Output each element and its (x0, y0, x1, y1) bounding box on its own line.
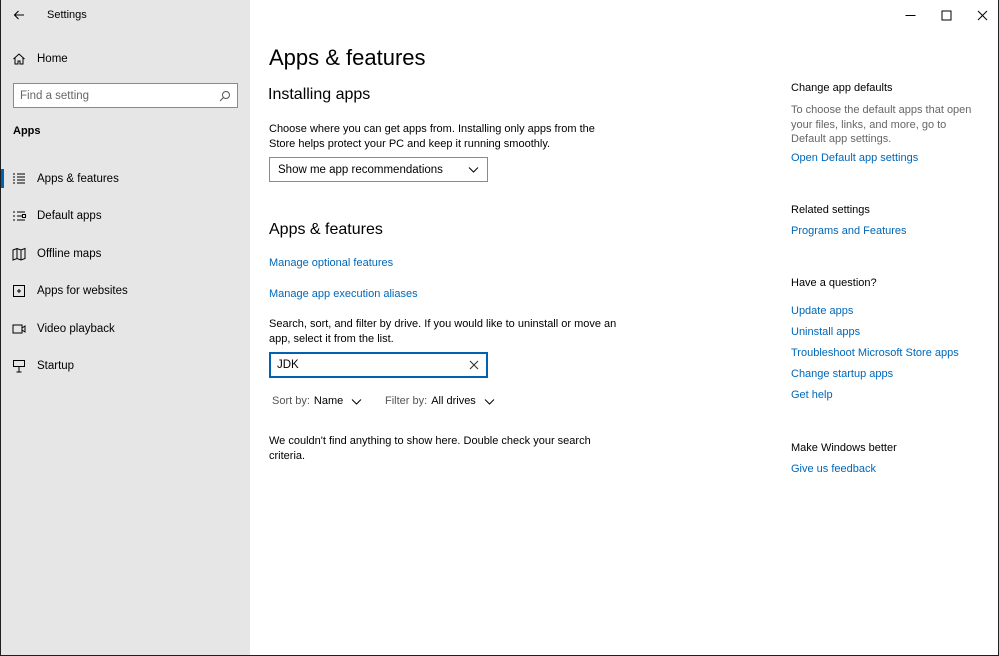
search-icon (219, 90, 230, 101)
sidebar-item-label: Video playback (37, 322, 115, 335)
startup-icon (1, 359, 37, 373)
close-icon (977, 10, 987, 20)
get-help-link[interactable]: Get help (791, 389, 833, 401)
find-setting-search[interactable] (13, 83, 238, 108)
sort-by-label: Sort by: (272, 395, 310, 407)
sidebar-item-label: Apps & features (37, 172, 119, 185)
sidebar-item-label: Default apps (37, 210, 102, 223)
make-windows-better-heading: Make Windows better (791, 442, 897, 454)
clear-search-icon[interactable] (468, 359, 480, 371)
give-feedback-link[interactable]: Give us feedback (791, 463, 876, 475)
question-heading: Have a question? (791, 277, 877, 289)
sidebar-item-startup[interactable]: Startup (1, 348, 250, 386)
sidebar-item-offline-maps[interactable]: Offline maps (1, 235, 250, 273)
minimize-button[interactable] (892, 0, 928, 30)
change-startup-apps-link[interactable]: Change startup apps (791, 368, 893, 380)
window-title: Settings (47, 9, 87, 21)
installing-apps-description: Choose where you can get apps from. Inst… (269, 123, 595, 150)
sidebar: Settings Home Apps Apps & features (1, 0, 250, 655)
minimize-icon (905, 14, 915, 16)
find-setting-input[interactable] (20, 89, 219, 102)
settings-window: Settings Home Apps Apps & features (0, 0, 999, 656)
change-defaults-text: To choose the default apps that open you… (791, 104, 972, 145)
app-source-dropdown[interactable]: Show me app recommendations (269, 157, 488, 182)
sort-by-dropdown[interactable]: Sort by: Name (272, 395, 362, 407)
sidebar-nav: Apps & features Default apps Offline map… (1, 160, 250, 385)
chevron-down-icon (484, 398, 495, 405)
sidebar-item-label: Apps for websites (37, 285, 128, 298)
sidebar-item-label: Offline maps (37, 247, 102, 260)
app-list-search[interactable] (269, 352, 488, 378)
default-apps-icon (1, 209, 37, 223)
change-defaults-heading: Change app defaults (791, 82, 893, 94)
filter-by-label: Filter by: (385, 395, 428, 407)
sidebar-item-apps-features[interactable]: Apps & features (1, 160, 250, 198)
chevron-down-icon (468, 167, 479, 173)
chevron-down-icon (351, 398, 362, 405)
close-button[interactable] (964, 0, 998, 30)
web-app-icon (1, 284, 37, 298)
filter-description: Search, sort, and filter by drive. If yo… (269, 318, 617, 345)
filter-by-dropdown[interactable]: Filter by: All drives (385, 395, 495, 407)
manage-optional-features-link[interactable]: Manage optional features (269, 257, 393, 269)
sidebar-section-title: Apps (13, 125, 41, 137)
programs-features-link[interactable]: Programs and Features (791, 225, 907, 237)
sort-by-value: Name (313, 395, 344, 407)
sidebar-item-label: Startup (37, 360, 75, 373)
sidebar-item-video-playback[interactable]: Video playback (1, 310, 250, 348)
map-icon (1, 247, 37, 261)
update-apps-link[interactable]: Update apps (791, 305, 853, 317)
sidebar-item-apps-websites[interactable]: Apps for websites (1, 273, 250, 311)
apps-features-heading: Apps & features (269, 221, 383, 238)
related-settings-heading: Related settings (791, 204, 870, 216)
back-button[interactable] (1, 0, 37, 30)
empty-results-message: We couldn't find anything to show here. … (269, 435, 591, 462)
app-search-input[interactable] (277, 359, 468, 371)
sidebar-home[interactable]: Home (1, 46, 250, 72)
list-icon (1, 172, 37, 186)
page-title: Apps & features (269, 45, 426, 70)
maximize-button[interactable] (928, 0, 964, 30)
main-content: Apps & features Installing apps Choose w… (250, 0, 998, 655)
manage-execution-aliases-link[interactable]: Manage app execution aliases (269, 288, 418, 300)
sidebar-item-default-apps[interactable]: Default apps (1, 198, 250, 236)
maximize-icon (941, 10, 951, 20)
sidebar-home-label: Home (37, 53, 68, 65)
window-controls (892, 0, 998, 30)
back-arrow-icon (13, 10, 24, 20)
installing-apps-heading: Installing apps (268, 86, 371, 103)
open-default-app-settings-link[interactable]: Open Default app settings (791, 152, 918, 164)
troubleshoot-store-apps-link[interactable]: Troubleshoot Microsoft Store apps (791, 347, 959, 359)
app-source-selected: Show me app recommendations (278, 163, 443, 176)
title-bar: Settings (1, 0, 250, 30)
uninstall-apps-link[interactable]: Uninstall apps (791, 326, 860, 338)
filter-by-value: All drives (431, 395, 476, 407)
home-icon (1, 52, 37, 66)
video-icon (1, 322, 37, 336)
